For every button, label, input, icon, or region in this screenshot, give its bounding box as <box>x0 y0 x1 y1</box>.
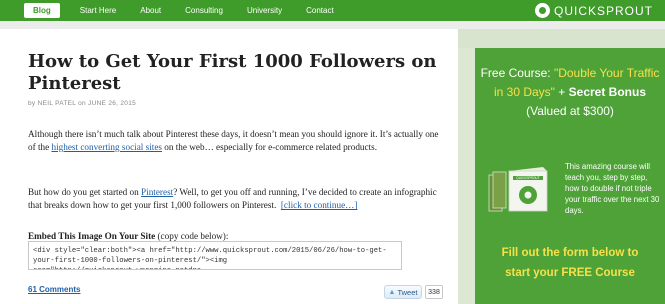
continue-reading-link[interactable]: [click to continue…] <box>281 200 358 210</box>
embed-label: Embed This Image On Your Site (copy code… <box>28 231 228 241</box>
article-paragraph-2: But how do you get started on Pinterest?… <box>28 186 448 212</box>
tweet-count-badge: 338 <box>425 285 443 299</box>
promo-line1-b: "Double Your Traffic <box>553 66 660 80</box>
pinterest-link[interactable]: Pinterest <box>141 187 173 197</box>
author-name[interactable]: NEIL PATEL <box>38 100 76 107</box>
course-box-image: QUICKSPROUT <box>488 167 548 212</box>
top-navigation-bar: Blog Start Here About Consulting Univers… <box>0 0 665 21</box>
embed-label-bold: Embed This Image On Your Site <box>28 231 156 241</box>
tweet-label: Tweet <box>397 287 418 297</box>
sidebar: Free Course: "Double Your Traffic in 30 … <box>458 29 665 304</box>
promo-call-to-action: Fill out the form below to start your FR… <box>475 243 665 283</box>
article-main: How to Get Your First 1000 Followers on … <box>0 29 458 304</box>
nav-item-contact[interactable]: Contact <box>306 6 334 15</box>
article-byline: by NEIL PATEL on JUNE 26, 2015 <box>28 100 136 107</box>
embed-code-textarea[interactable]: <div style="clear:both"><a href="http://… <box>28 241 402 270</box>
promo-line2-b: + <box>554 85 569 99</box>
promo-line2-c: Secret Bonus <box>568 85 646 99</box>
cta-line-1: Fill out the form below to <box>501 247 639 259</box>
sidebar-top-strip <box>458 29 665 48</box>
post-date: JUNE 26, 2015 <box>88 100 137 107</box>
site-logo[interactable]: QUICKSPROUT <box>534 3 653 18</box>
twitter-bird-icon: ▲ <box>388 288 396 296</box>
promo-line2-a: in 30 Days" <box>493 85 555 99</box>
quicksprout-logo-icon <box>534 3 550 18</box>
article-title[interactable]: How to Get Your First 1000 Followers on … <box>28 51 438 95</box>
promo-line1-a: Free Course: <box>480 66 554 80</box>
promo-description: This amazing course will teach you, step… <box>565 162 660 215</box>
nav-item-blog[interactable]: Blog <box>24 3 60 18</box>
course-box-label: QUICKSPROUT <box>516 176 539 180</box>
sub-header-strip <box>0 21 665 29</box>
comments-link[interactable]: 61 Comments <box>28 285 80 294</box>
nav-item-consulting[interactable]: Consulting <box>185 6 223 15</box>
nav-item-university[interactable]: University <box>247 6 282 15</box>
free-course-promo: Free Course: "Double Your Traffic in 30 … <box>475 48 665 304</box>
main-nav: Blog Start Here About Consulting Univers… <box>24 0 358 21</box>
byline-on: on <box>78 100 86 107</box>
nav-item-about[interactable]: About <box>140 6 161 15</box>
highest-converting-link[interactable]: highest converting social sites <box>51 142 161 152</box>
nav-item-start-here[interactable]: Start Here <box>80 6 116 15</box>
cta-line-2: start your FREE Course <box>505 267 635 279</box>
paragraph-1-text-b: on the web… especially for e-commerce re… <box>161 142 378 152</box>
tweet-button[interactable]: ▲ Tweet <box>384 285 422 299</box>
logo-text: QUICKSPROUT <box>553 3 653 18</box>
embed-label-rest: (copy code below): <box>155 231 229 241</box>
byline-by: by <box>28 100 36 107</box>
promo-headline: Free Course: "Double Your Traffic in 30 … <box>475 64 665 121</box>
article-paragraph-1: Although there isn’t much talk about Pin… <box>28 128 448 154</box>
promo-line3: (Valued at $300) <box>526 104 614 118</box>
paragraph-2-text-a: But how do you get started on <box>28 187 142 197</box>
